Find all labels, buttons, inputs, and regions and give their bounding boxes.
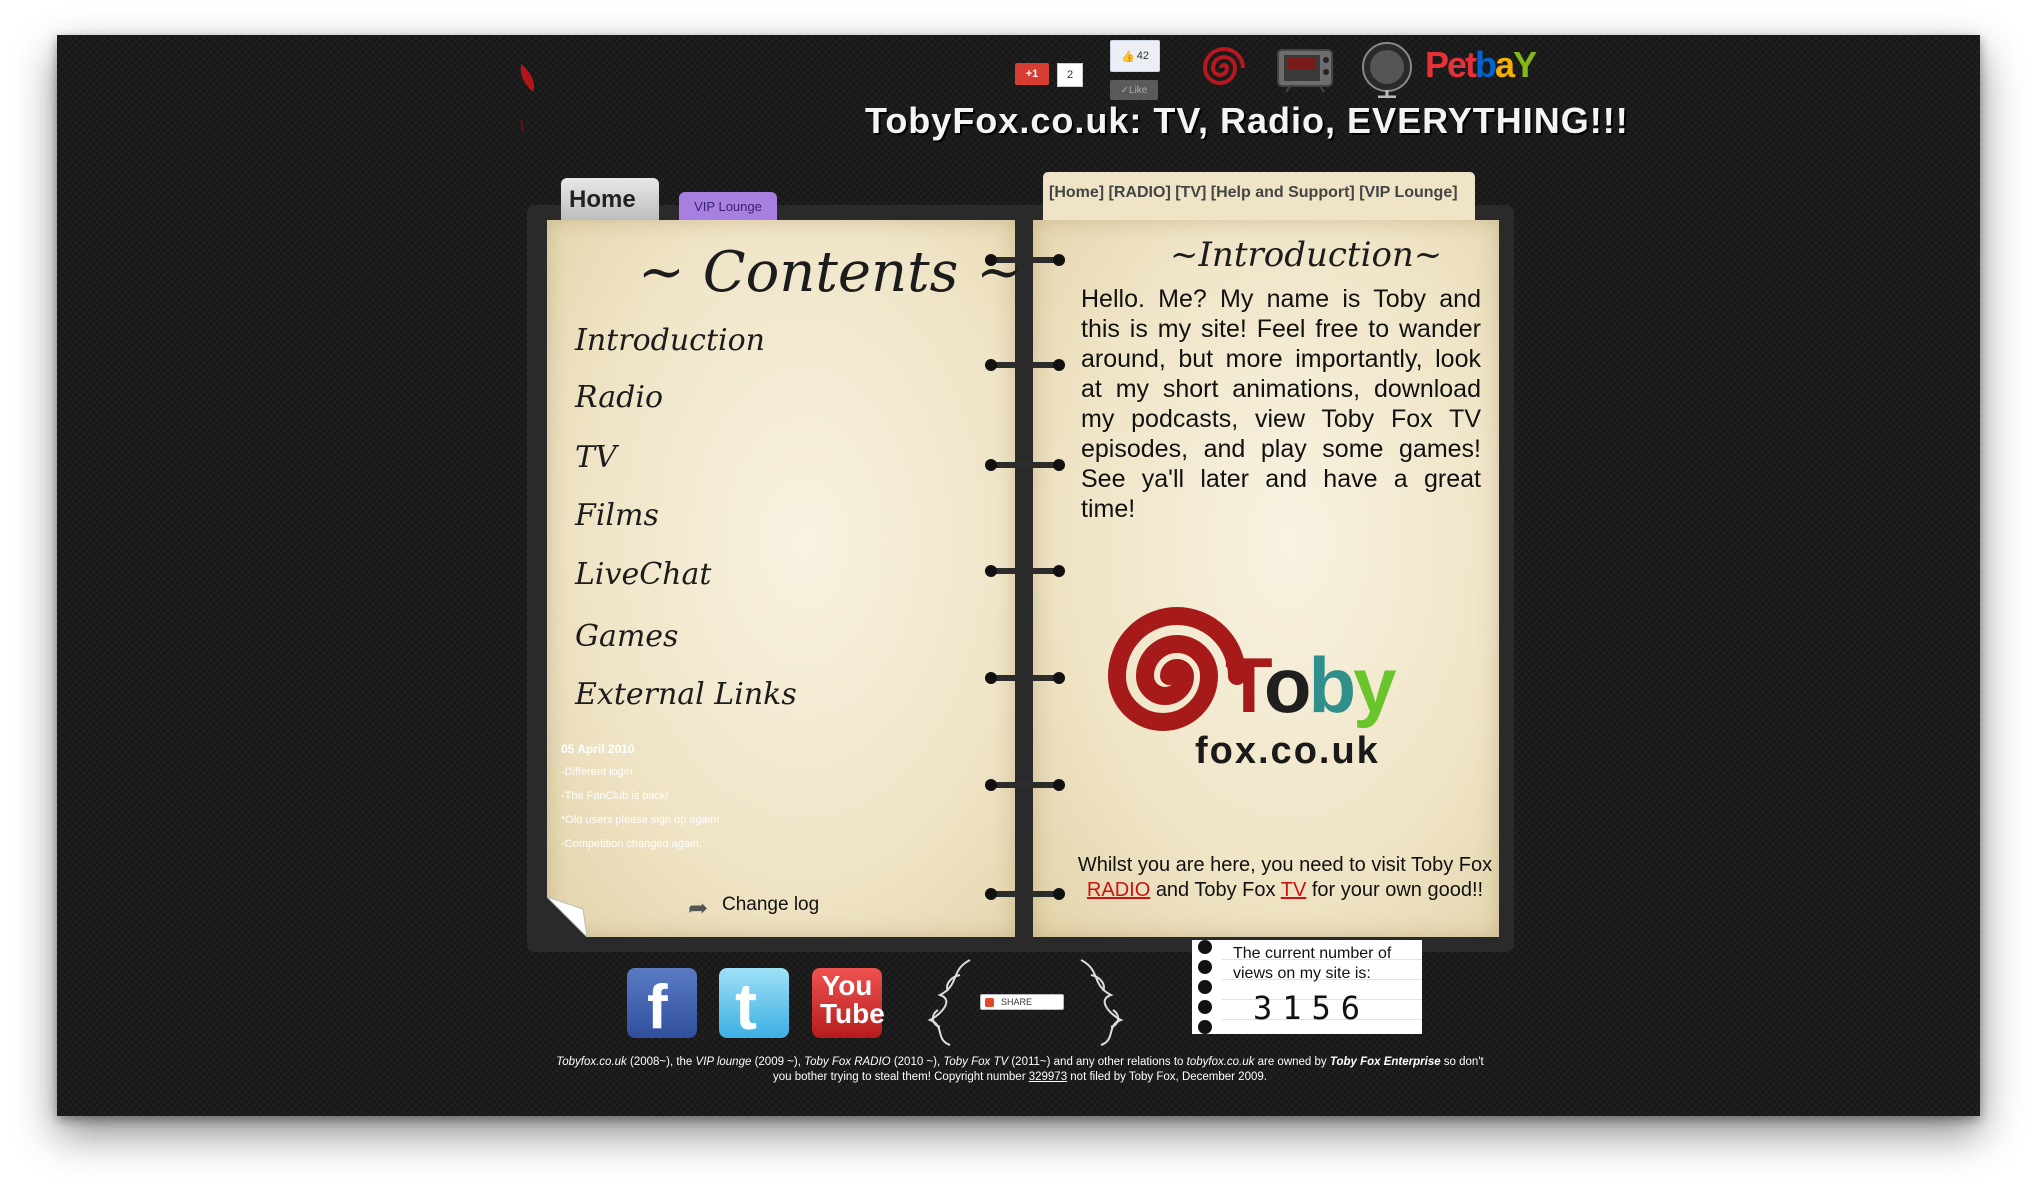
toc-external-links[interactable]: External Links (575, 677, 797, 712)
facebook-like-button[interactable]: ✓ Like (1110, 80, 1158, 100)
like-button-label: Like (1129, 84, 1148, 96)
binder-ring (985, 254, 1065, 268)
footer-copyright: Tobyfox.co.uk (2008~), the VIP lounge (2… (555, 1055, 1485, 1085)
footer-part: are owned by (1254, 1056, 1330, 1068)
google-plus-button[interactable]: +1 (1015, 63, 1049, 85)
radio-microphone-icon[interactable] (1358, 40, 1416, 98)
logo-word-domain: fox.co.uk (1195, 730, 1380, 772)
footer-part: Toby Fox RADIO (804, 1056, 891, 1068)
news-date: 05 April 2010 (561, 742, 635, 756)
tab-home[interactable]: Home (561, 178, 659, 220)
visit-text-pre: Whilst you are here, you need to visit T… (1077, 854, 1493, 876)
petbay-logo[interactable]: PetbaY (1425, 44, 1537, 86)
twitter-icon[interactable]: t (719, 968, 789, 1043)
footer-part: (2008~), the (626, 1056, 696, 1068)
youtube-you: You (821, 970, 873, 1001)
tab-vip-lounge[interactable]: VIP Lounge (679, 192, 777, 220)
footer-part: tobyfox.co.uk (1186, 1056, 1255, 1068)
changelog-link[interactable]: Change log (722, 894, 819, 916)
intro-title: ~Introduction~ (1170, 235, 1443, 275)
news-item: -Competition changed again. (561, 838, 702, 850)
tv-icon[interactable] (1276, 46, 1334, 92)
counter-value: 3156 (1253, 989, 1371, 1027)
binder-ring (985, 779, 1065, 793)
facebook-icon[interactable]: f (627, 968, 697, 1042)
visit-text-post: for your own good!! (1311, 879, 1484, 901)
toc-games[interactable]: Games (575, 619, 678, 654)
facebook-letter: f (647, 973, 668, 1042)
arrow-icon: ➦ (688, 894, 709, 922)
footer-part: VIP lounge (695, 1056, 752, 1068)
toc-livechat[interactable]: LiveChat (575, 557, 711, 592)
youtube-icon[interactable]: You Tube (812, 968, 885, 1038)
red-leaf-icon (520, 64, 535, 133)
binder-ring (985, 672, 1065, 686)
counter-binding (1198, 940, 1214, 1034)
footer-part: (2009 ~), (751, 1056, 805, 1068)
footer-part: Tobyfox.co.uk (556, 1056, 627, 1068)
binder-rings (985, 240, 1065, 920)
like-count-value: 42 (1136, 50, 1149, 62)
binder-ring (985, 459, 1065, 473)
footer-part: Toby Fox Enterprise (1329, 1056, 1441, 1068)
top-nav-links[interactable]: [Home] [RADIO] [TV] [Help and Support] [… (1043, 172, 1475, 220)
copyright-number-link[interactable]: 329973 (1029, 1071, 1067, 1083)
toc-films[interactable]: Films (575, 498, 659, 533)
tv-link[interactable]: TV (1281, 879, 1307, 901)
toc-introduction[interactable]: Introduction (575, 323, 765, 358)
visit-message: Whilst you are here, you need to visit T… (1065, 853, 1505, 903)
site-title: TobyFox.co.uk: TV, Radio, EVERYTHING!!! (865, 100, 1629, 141)
footer-part: Toby Fox TV (943, 1056, 1009, 1068)
toc-tv[interactable]: TV (575, 440, 617, 475)
radio-link[interactable]: RADIO (1087, 879, 1150, 901)
counter-label: The current number of views on my site i… (1233, 945, 1392, 982)
thumbs-up-icon: 👍 (1121, 50, 1135, 63)
logo-word-toby: Toby (1225, 641, 1397, 729)
binding-hole (1198, 940, 1212, 954)
footer-part: (2010 ~), (890, 1056, 944, 1068)
youtube-tube: Tube (820, 998, 885, 1029)
news-item: *Old users please sign up again! (561, 814, 720, 826)
footer-part: not filed by Toby Fox, December 2009. (1067, 1071, 1267, 1083)
visit-text-mid: and Toby Fox (1155, 879, 1276, 901)
binding-hole (1198, 960, 1212, 974)
share-button[interactable]: SHARE (980, 994, 1064, 1010)
swirl-decoration-icon (927, 959, 971, 1046)
binding-hole (1198, 980, 1212, 994)
binder-ring (985, 888, 1065, 902)
swirl-decoration-icon (1080, 959, 1124, 1046)
tobyfox-spiral-icon[interactable] (1200, 44, 1248, 92)
binding-hole (1198, 1000, 1212, 1014)
binder-ring (985, 359, 1065, 373)
news-item: -Different login (561, 766, 633, 778)
page-curl-icon[interactable] (547, 897, 587, 937)
facebook-like-count: 👍 42 (1110, 40, 1160, 72)
intro-text: Hello. Me? My name is Toby and this is m… (1081, 285, 1481, 523)
tobyfox-logo: Toby fox.co.uk (1085, 580, 1485, 800)
google-plus-label: +1 (1025, 68, 1039, 80)
binding-hole (1198, 1020, 1212, 1034)
contents-title: ~ Contents ~ (638, 240, 1024, 305)
news-item: -The FanClub is back! (561, 790, 669, 802)
toc-radio[interactable]: Radio (575, 380, 663, 415)
binder-ring (985, 565, 1065, 579)
footer-part: (2011~) and any other relations to (1008, 1056, 1187, 1068)
google-plus-count: 2 (1057, 63, 1083, 87)
